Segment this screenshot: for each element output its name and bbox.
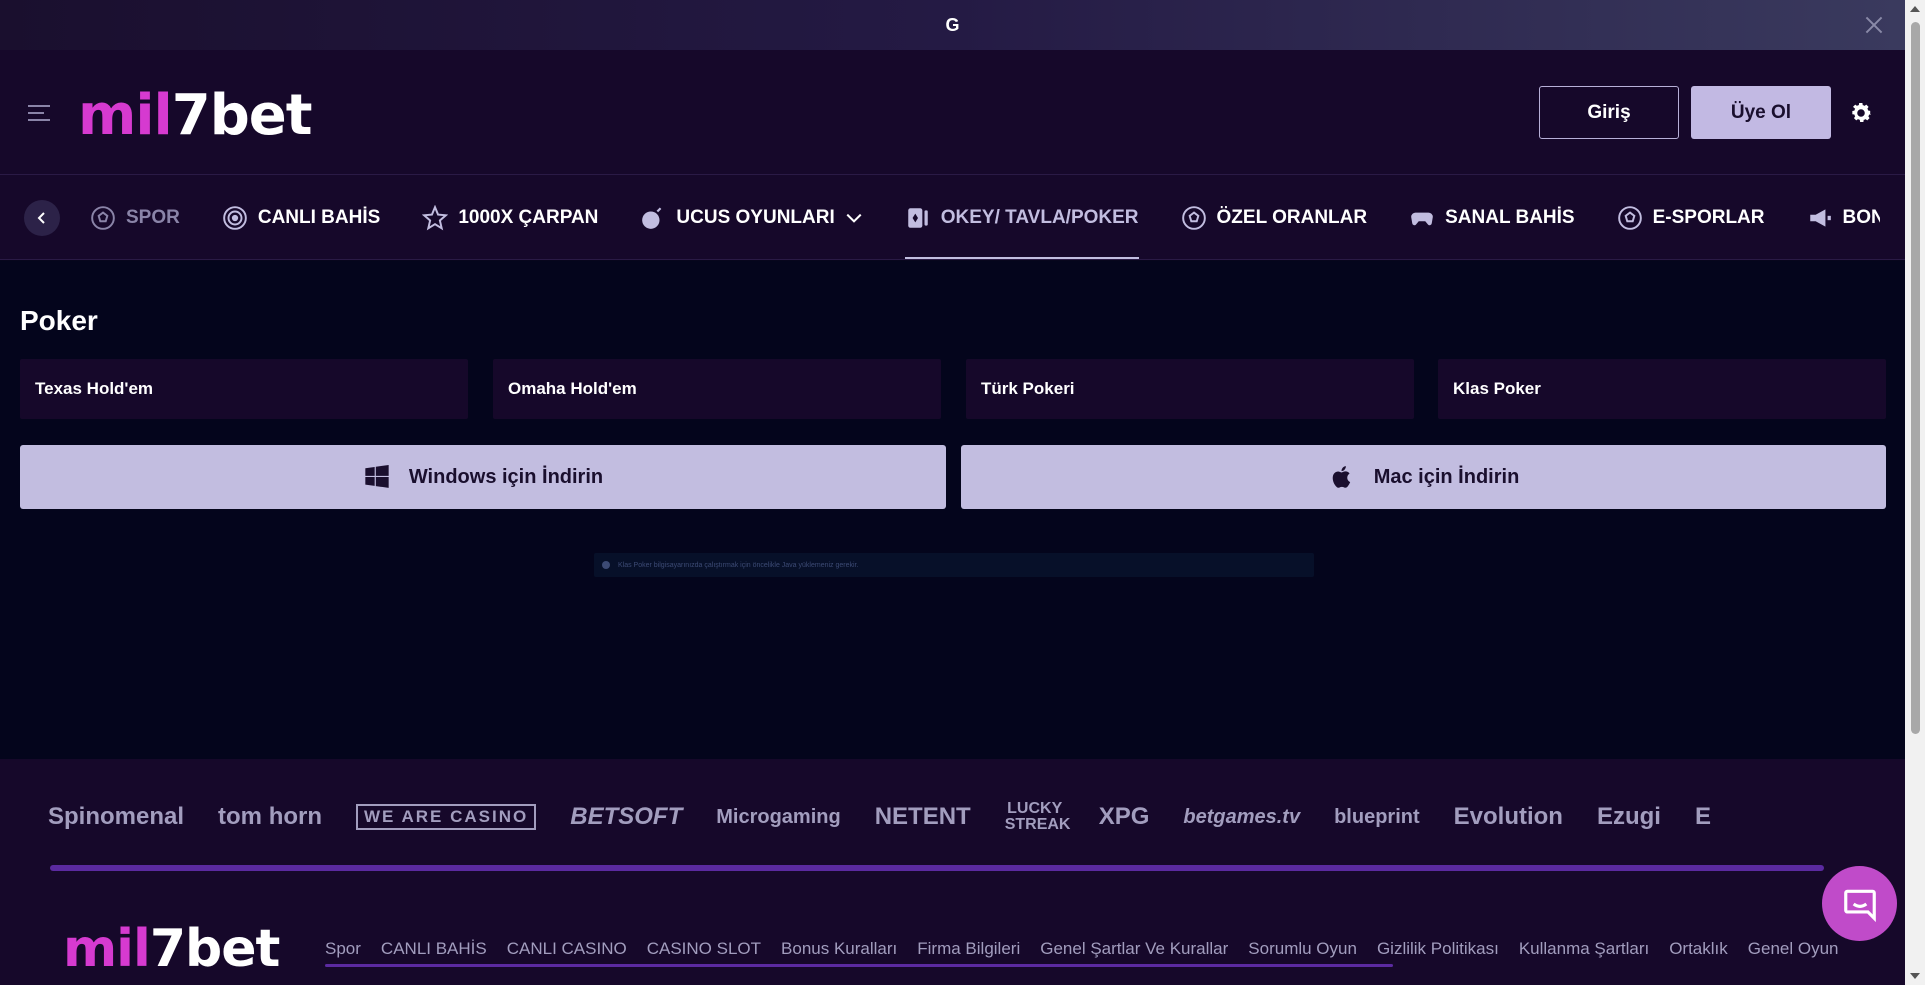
nav-item-spor[interactable]: SPOR <box>90 175 180 259</box>
page-title: Poker <box>20 305 98 336</box>
download-windows-label: Windows için İndirin <box>408 465 604 488</box>
nav-item-1000x-carpan[interactable]: 1000X ÇARPAN <box>422 175 599 259</box>
broadcast-icon <box>223 205 247 230</box>
download-windows-button[interactable]: Windows için İndirin <box>20 445 946 509</box>
download-mac-button[interactable]: Mac için İndirin <box>961 445 1886 509</box>
nav-item-label: BONUS <box>1842 206 1880 228</box>
close-icon[interactable] <box>1861 12 1887 38</box>
nav-item-label: E-SPORLAR <box>1652 206 1765 228</box>
main-content: Poker Texas Hold'em Omaha Hold'em Türk P… <box>0 261 1905 759</box>
footer-links-scrollbar[interactable] <box>325 964 1393 967</box>
footer-link[interactable]: CANLI CASINO <box>507 939 627 959</box>
register-button[interactable]: Üye Ol <box>1691 86 1831 139</box>
nav-item-label: SPOR <box>126 206 180 228</box>
info-notice-text: Klas Poker bilgisayarınızda çalıştırmak … <box>618 561 859 569</box>
top-banner-text: G <box>945 14 960 35</box>
provider-logo: NETENT <box>874 803 971 830</box>
login-button[interactable]: Giriş <box>1539 86 1679 139</box>
scroll-thumb[interactable] <box>1911 22 1920 734</box>
provider-logo: Microgaming <box>716 805 841 828</box>
site-header: mil7bet Giriş Üye Ol <box>0 50 1905 175</box>
gear-icon[interactable] <box>1848 100 1874 126</box>
footer-link[interactable]: Kullanma Şartları <box>1519 939 1649 959</box>
provider-logo: BETSOFT <box>570 803 683 830</box>
main-nav: SPOR CANLI BAHİS 1000X ÇARPAN UCUS OYUNL… <box>0 175 1905 260</box>
footer-link[interactable]: Sorumlu Oyun <box>1248 939 1357 959</box>
page-scrollbar[interactable] <box>1905 0 1925 985</box>
game-card-texas-holdem[interactable]: Texas Hold'em <box>20 359 468 419</box>
chevron-down-icon <box>846 213 862 223</box>
provider-logo: tom horn <box>218 803 323 830</box>
nav-prev-button[interactable] <box>24 200 60 236</box>
soccer-ball-icon <box>1617 205 1642 230</box>
logo-text-mil: mil <box>78 83 173 148</box>
apple-icon <box>1332 466 1350 488</box>
provider-logo: Evolution <box>1453 803 1563 830</box>
footer-link[interactable]: CASINO SLOT <box>647 939 761 959</box>
provider-logo: E <box>1694 803 1711 830</box>
footer-link[interactable]: Genel Oyun <box>1748 939 1839 959</box>
footer-links: Spor CANLI BAHİS CANLI CASINO CASINO SLO… <box>325 939 1855 959</box>
nav-item-bonus[interactable]: BONUS <box>1807 175 1880 259</box>
providers-strip: Spinomenal tom horn WE ARE CASINO BETSOF… <box>0 759 1905 871</box>
game-card-turk-pokeri[interactable]: Türk Pokeri <box>966 359 1414 419</box>
windows-icon <box>365 464 389 488</box>
nav-item-label: CANLI BAHİS <box>257 206 381 228</box>
game-card-omaha-holdem[interactable]: Omaha Hold'em <box>493 359 941 419</box>
info-icon <box>602 561 610 569</box>
footer-link[interactable]: Gizlilik Politikası <box>1377 939 1499 959</box>
logo[interactable]: mil7bet <box>78 88 313 144</box>
nav-item-sanal-bahis[interactable]: SANAL BAHİS <box>1409 175 1575 259</box>
download-mac-label: Mac için İndirin <box>1373 465 1520 488</box>
scroll-up-arrow-icon[interactable] <box>1910 6 1920 12</box>
nav-item-label: OKEY/ TAVLA/POKER <box>940 206 1139 228</box>
nav-item-label: SANAL BAHİS <box>1445 206 1575 228</box>
footer-link[interactable]: CANLI BAHİS <box>381 939 487 959</box>
footer-logo-text-mil: mil <box>63 919 151 979</box>
nav-item-label: UCUS OYUNLARI <box>676 206 835 228</box>
star-icon <box>422 204 449 230</box>
game-card-klas-poker[interactable]: Klas Poker <box>1438 359 1886 419</box>
megaphone-icon <box>1809 208 1831 227</box>
cards-icon <box>908 207 928 228</box>
provider-logo: betgames.tv <box>1183 805 1301 828</box>
provider-logo: Spinomenal <box>48 803 185 830</box>
nav-item-label: ÖZEL ORANLAR <box>1216 206 1368 228</box>
provider-logo: XPG <box>1098 803 1150 830</box>
provider-logo: blueprint <box>1334 805 1420 828</box>
site-footer: mil7bet Spor CANLI BAHİS CANLI CASINO CA… <box>0 871 1905 985</box>
live-chat-button[interactable] <box>1822 866 1897 941</box>
footer-link[interactable]: Genel Şartlar Ve Kurallar <box>1040 939 1228 959</box>
footer-link[interactable]: Ortaklık <box>1669 939 1728 959</box>
bomb-icon <box>642 206 662 229</box>
footer-logo[interactable]: mil7bet <box>63 923 280 975</box>
footer-logo-text-seven: 7 <box>149 919 186 979</box>
top-banner: G <box>0 0 1905 50</box>
soccer-ball-icon <box>1181 205 1206 230</box>
footer-logo-text-bet: bet <box>185 919 280 979</box>
nav-item-label: 1000X ÇARPAN <box>458 206 599 228</box>
logo-text-bet: bet <box>209 83 313 148</box>
scroll-down-arrow-icon[interactable] <box>1910 973 1920 979</box>
provider-logo: LUCKY STREAK <box>1004 800 1071 833</box>
nav-item-canli-bahis[interactable]: CANLI BAHİS <box>222 175 381 259</box>
provider-logo: WE ARE CASINO <box>356 804 537 830</box>
footer-link[interactable]: Bonus Kuralları <box>781 939 897 959</box>
footer-link[interactable]: Spor <box>325 939 361 959</box>
provider-logo: Ezugi <box>1596 803 1661 830</box>
footer-link[interactable]: Firma Bilgileri <box>917 939 1020 959</box>
logo-text-seven: 7 <box>171 83 211 148</box>
nav-item-e-sporlar[interactable]: E-SPORLAR <box>1617 175 1765 259</box>
soccer-ball-icon <box>91 205 115 230</box>
nav-item-ucus-oyunlari[interactable]: UCUS OYUNLARI <box>640 175 862 259</box>
chat-bubble-icon <box>1843 889 1876 922</box>
hamburger-menu-icon[interactable] <box>27 103 51 123</box>
gamepad-icon <box>1411 212 1433 225</box>
nav-item-okey-tavla-poker[interactable]: OKEY/ TAVLA/POKER <box>904 175 1139 259</box>
chevron-left-icon <box>37 212 45 224</box>
nav-item-ozel-oranlar[interactable]: ÖZEL ORANLAR <box>1181 175 1368 259</box>
info-notice: Klas Poker bilgisayarınızda çalıştırmak … <box>594 553 1314 577</box>
